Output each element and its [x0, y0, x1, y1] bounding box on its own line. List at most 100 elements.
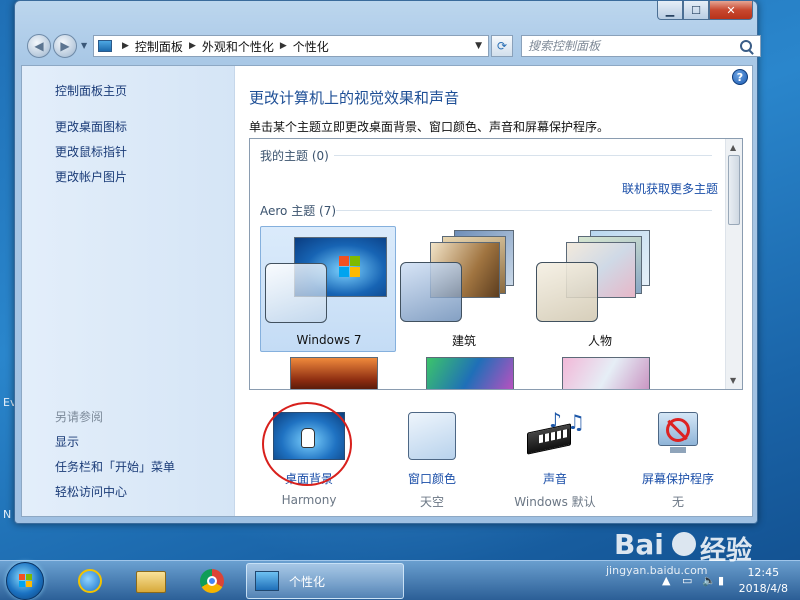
window-preview-glass: [536, 262, 598, 322]
windows-logo-piece: [26, 581, 32, 587]
baidu-watermark: Bai 经验 jingyan.baidu.com: [606, 512, 800, 592]
taskbar-personalization-task[interactable]: 个性化: [246, 563, 404, 599]
windows-logo-icon: [19, 574, 25, 580]
breadcrumb-personalization[interactable]: 个性化: [293, 38, 329, 55]
left-pane: 控制面板主页 更改桌面图标 更改鼠标指针 更改帐户图片 另请参阅 显示 任务栏和…: [22, 66, 235, 516]
content-area: 控制面板主页 更改桌面图标 更改鼠标指针 更改帐户图片 另请参阅 显示 任务栏和…: [21, 65, 753, 517]
recent-pages-dropdown[interactable]: ▼: [81, 41, 87, 50]
page-description: 单击某个主题立即更改桌面背景、窗口颜色、声音和屏幕保护程序。: [249, 120, 610, 134]
maximize-icon: ☐: [691, 3, 701, 17]
get-more-themes-link[interactable]: 联机获取更多主题: [622, 180, 718, 197]
theme-thumb-partial[interactable]: [562, 357, 650, 389]
theme-thumb-partial[interactable]: [290, 357, 378, 389]
theme-thumb-partial[interactable]: [426, 357, 514, 389]
caption-buttons: ▁ ☐ ✕: [657, 1, 753, 21]
control-panel-icon: [98, 40, 112, 52]
breadcrumb-separator-icon[interactable]: ▶: [189, 41, 196, 51]
address-bar[interactable]: ▶ 控制面板 ▶ 外观和个性化 ▶ 个性化 ▼: [93, 35, 489, 57]
window-color-swatch: [408, 412, 456, 460]
start-button[interactable]: [6, 562, 44, 600]
folder-icon: [136, 571, 166, 593]
change-desktop-icons-link[interactable]: 更改桌面图标: [55, 118, 127, 135]
desktop-background-value: Harmony: [281, 493, 337, 507]
window-preview-glass: [400, 262, 462, 322]
theme-list-scrollbar[interactable]: ▲ ▼: [725, 139, 742, 389]
theme-list[interactable]: 我的主题 (0) 联机获取更多主题 Aero 主题 (7) Windows 7: [249, 138, 743, 390]
window-color-value: 天空: [419, 495, 444, 509]
theme-characters[interactable]: 人物: [532, 226, 668, 352]
window-color-icon: [396, 410, 468, 462]
windows-logo-piece: [350, 267, 360, 277]
taskbar-explorer-button[interactable]: [122, 563, 178, 599]
control-panel-home-link[interactable]: 控制面板主页: [55, 82, 127, 99]
minimize-icon: ▁: [665, 3, 675, 17]
windows-logo-piece: [19, 581, 25, 587]
window-preview-glass: [265, 263, 327, 323]
sound-label[interactable]: 声音: [495, 470, 615, 487]
scroll-up-icon[interactable]: ▲: [730, 143, 736, 152]
theme-windows7[interactable]: Windows 7: [260, 226, 396, 352]
search-box: [521, 35, 761, 57]
personalization-icon: [255, 571, 279, 591]
monitor-stand: [670, 447, 686, 453]
theme-label: 建筑: [451, 334, 476, 348]
chrome-center: [207, 576, 217, 586]
close-button[interactable]: ✕: [709, 1, 753, 20]
screensaver-setting[interactable]: 屏幕保护程序 无: [618, 410, 738, 510]
breadcrumb-separator-icon[interactable]: ▶: [280, 41, 287, 51]
taskbar-ie-button[interactable]: [62, 563, 118, 599]
scrollbar-thumb[interactable]: [728, 155, 740, 225]
refresh-button[interactable]: ⟳: [491, 35, 513, 57]
window-color-setting[interactable]: 窗口颜色 天空: [372, 410, 492, 510]
personalization-window: ▁ ☐ ✕ ◀ ▶ ▼ ▶ 控制面板 ▶ 外观和个性化 ▶ 个性化 ▼ ⟳ 控制…: [14, 0, 761, 524]
windows-logo-icon: [339, 256, 349, 266]
minimize-button[interactable]: ▁: [657, 1, 683, 20]
screensaver-value: 无: [671, 495, 684, 509]
see-also-heading: 另请参阅: [55, 410, 104, 424]
section-divider: [334, 155, 712, 156]
internet-explorer-icon: [78, 569, 102, 593]
help-icon[interactable]: ?: [732, 69, 748, 85]
maximize-button[interactable]: ☐: [683, 1, 709, 20]
change-account-picture-link[interactable]: 更改帐户图片: [55, 168, 127, 185]
theme-architecture[interactable]: 建筑: [396, 226, 532, 352]
section-divider: [336, 210, 712, 211]
taskbar-chrome-button[interactable]: [184, 563, 240, 599]
breadcrumb-control-panel[interactable]: 控制面板: [135, 38, 183, 55]
refresh-icon: ⟳: [496, 39, 508, 53]
forward-button[interactable]: ▶: [53, 34, 77, 58]
my-themes-heading: 我的主题 (0): [260, 149, 329, 163]
annotation-circle: [262, 402, 352, 486]
theme-label: 人物: [587, 334, 612, 348]
display-link[interactable]: 显示: [55, 433, 79, 450]
window-color-label[interactable]: 窗口颜色: [372, 470, 492, 487]
search-icon[interactable]: [740, 40, 752, 52]
watermark-brand: Bai: [614, 528, 664, 561]
ease-of-access-link[interactable]: 轻松访问中心: [55, 483, 127, 500]
windows-logo-piece: [339, 267, 349, 277]
taskbar-start-menu-link[interactable]: 任务栏和「开始」菜单: [55, 458, 175, 475]
breadcrumb-separator-icon[interactable]: ▶: [122, 41, 129, 51]
chrome-icon: [200, 569, 224, 593]
watermark-brand-jingyan: 经验: [700, 536, 753, 566]
sound-setting[interactable]: ♪ ♫ 声音 Windows 默认: [495, 410, 615, 510]
screensaver-icon: [642, 410, 714, 462]
music-note-icon: ♪: [549, 408, 562, 432]
breadcrumb-appearance[interactable]: 外观和个性化: [202, 38, 274, 55]
change-mouse-pointers-link[interactable]: 更改鼠标指针: [55, 143, 127, 160]
windows-logo-piece: [26, 574, 32, 580]
search-input[interactable]: [528, 39, 740, 53]
chevron-down-icon[interactable]: ▼: [475, 41, 482, 51]
sound-value: Windows 默认: [514, 495, 596, 509]
forward-arrow-icon: ▶: [60, 39, 70, 53]
close-icon: ✕: [726, 3, 736, 17]
screensaver-label[interactable]: 屏幕保护程序: [618, 470, 738, 487]
windows-logo-piece: [350, 256, 360, 266]
sound-icon: ♪ ♫: [519, 410, 591, 462]
watermark-url: jingyan.baidu.com: [606, 564, 708, 577]
paw-icon: [672, 532, 696, 556]
aero-themes-heading: Aero 主题 (7): [260, 204, 337, 218]
theme-label: Windows 7: [296, 333, 362, 347]
back-button[interactable]: ◀: [27, 34, 51, 58]
scroll-down-icon[interactable]: ▼: [730, 376, 736, 385]
